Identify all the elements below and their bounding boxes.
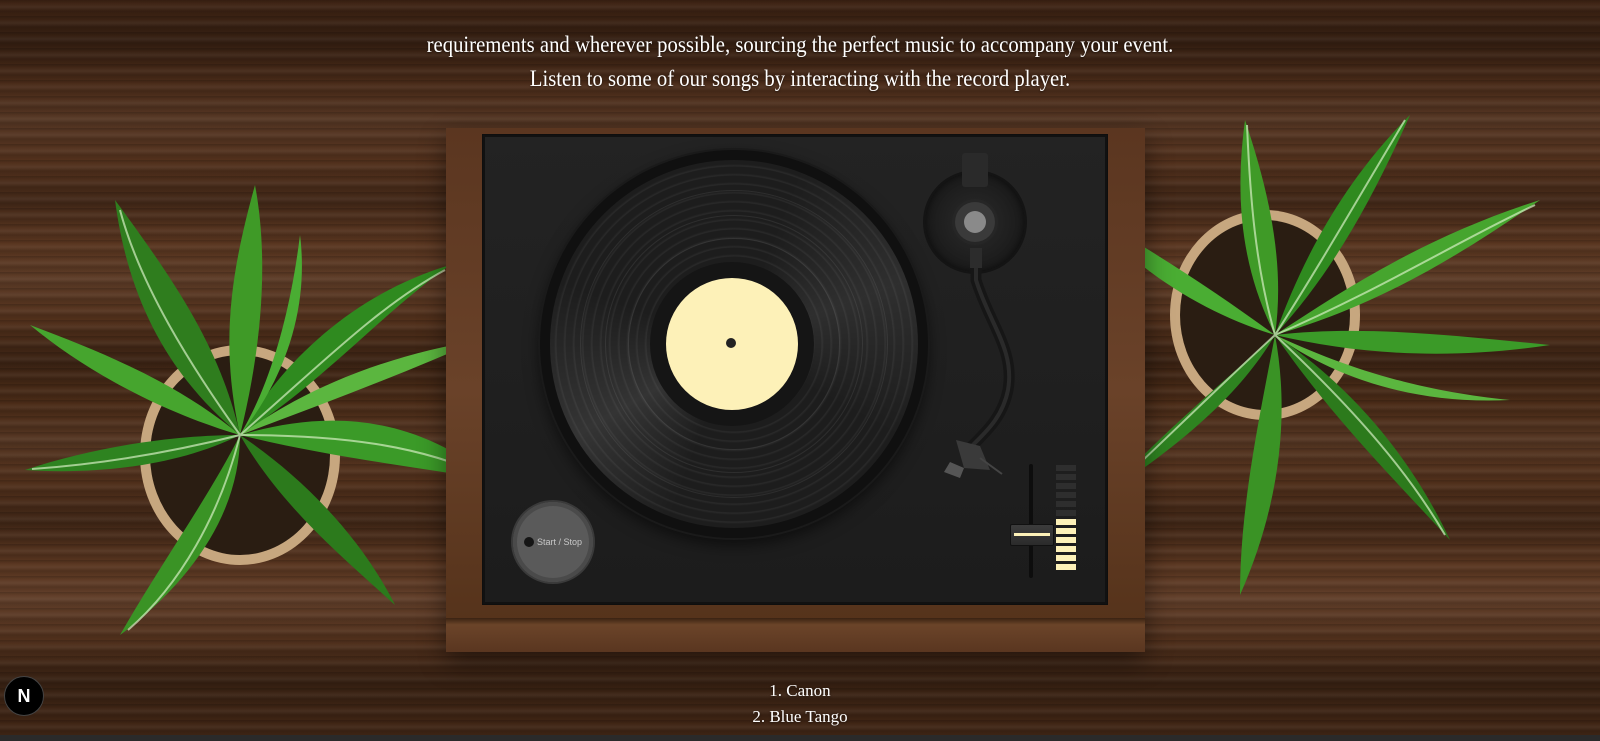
level-meter-bar <box>1056 528 1076 534</box>
level-meter-bar <box>1056 546 1076 552</box>
level-meter-bar <box>1056 519 1076 525</box>
level-meter-bar <box>1056 564 1076 570</box>
level-meter-bar <box>1056 483 1076 489</box>
pitch-slider-knob[interactable] <box>1010 524 1054 546</box>
pitch-slider-track[interactable] <box>1029 464 1033 578</box>
start-stop-button[interactable]: Start / Stop <box>513 502 593 582</box>
playlist-track-canon[interactable]: 1. Canon <box>0 678 1600 704</box>
left-plant-image <box>25 185 495 635</box>
turntable-front-edge <box>446 618 1145 652</box>
start-stop-label: Start / Stop <box>537 537 583 547</box>
power-indicator-icon <box>524 537 534 547</box>
spindle <box>726 338 736 348</box>
right-plant-image <box>1090 115 1550 595</box>
playlist-track-blue-tango[interactable]: 2. Blue Tango <box>0 704 1600 730</box>
intro-text: requirements and wherever possible, sour… <box>80 0 1520 96</box>
level-meter-bar <box>1056 537 1076 543</box>
playlist: 1. Canon 2. Blue Tango <box>0 678 1600 730</box>
level-meter-bar <box>1056 465 1076 471</box>
bottom-bar <box>0 735 1600 741</box>
level-meter-bar <box>1056 555 1076 561</box>
level-meter-bar <box>1056 474 1076 480</box>
level-meter-bar <box>1056 501 1076 507</box>
level-meter <box>1056 465 1076 573</box>
intro-line-1: requirements and wherever possible, sour… <box>426 32 1174 57</box>
level-meter-bar <box>1056 492 1076 498</box>
level-meter-bar <box>1056 510 1076 516</box>
intro-line-2: Listen to some of our songs by interacti… <box>529 66 1071 91</box>
tonearm-headshell <box>944 440 1003 478</box>
tonearm[interactable] <box>930 150 1050 490</box>
